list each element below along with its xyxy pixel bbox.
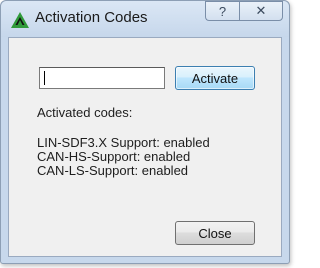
title-bar[interactable]: Activation Codes ? ✕ bbox=[1, 1, 289, 37]
activated-codes-heading: Activated codes: bbox=[37, 105, 133, 120]
activated-codes-list: LIN-SDF3.X Support: enabled CAN-HS-Suppo… bbox=[37, 136, 210, 178]
activation-code-input[interactable] bbox=[39, 67, 165, 89]
code-item-lin-sdf3x: LIN-SDF3.X Support: enabled bbox=[37, 135, 210, 150]
window-close-button[interactable]: ✕ bbox=[239, 1, 283, 21]
close-icon: ✕ bbox=[255, 3, 267, 18]
help-icon: ? bbox=[218, 3, 227, 19]
app-icon bbox=[11, 12, 29, 28]
page: Activation Codes ? ✕ Activate Activated … bbox=[0, 0, 292, 268]
text-caret bbox=[44, 71, 45, 85]
activation-codes-dialog: Activation Codes ? ✕ Activate Activated … bbox=[0, 0, 290, 264]
code-item-can-ls: CAN-LS-Support: enabled bbox=[37, 163, 189, 178]
activate-button[interactable]: Activate bbox=[175, 66, 255, 90]
help-button[interactable]: ? bbox=[205, 1, 239, 21]
window-title: Activation Codes bbox=[35, 9, 148, 26]
close-button-label: Close bbox=[198, 225, 232, 241]
dialog-body: Activate Activated codes: LIN-SDF3.X Sup… bbox=[8, 37, 282, 257]
title-buttons: ? ✕ bbox=[205, 1, 283, 21]
activate-button-label: Activate bbox=[191, 70, 239, 86]
close-button[interactable]: Close bbox=[175, 221, 255, 245]
code-item-can-hs: CAN-HS-Support: enabled bbox=[37, 149, 191, 164]
